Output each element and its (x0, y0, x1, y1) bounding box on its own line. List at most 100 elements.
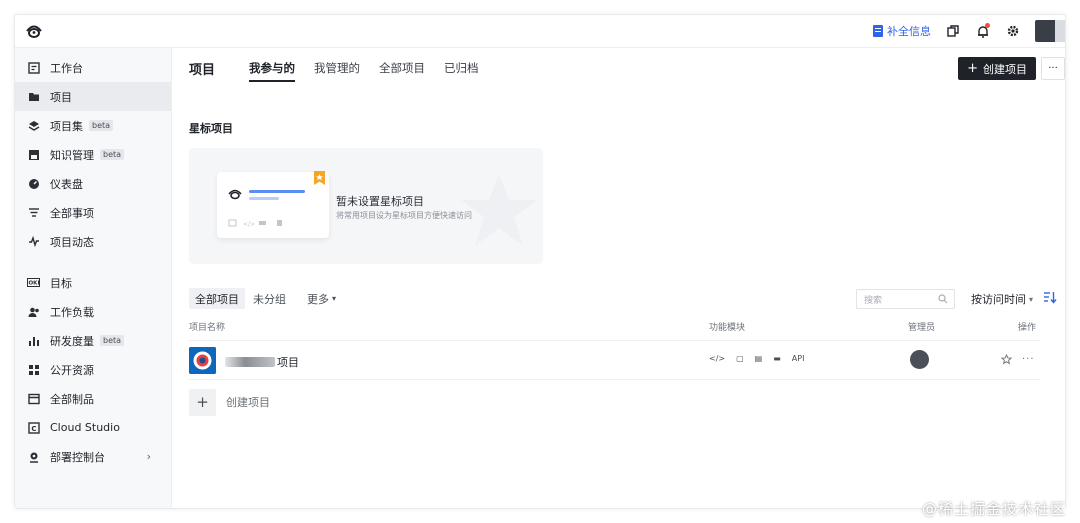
issue-module-icon[interactable]: ▢ (736, 354, 744, 363)
sidebar-item-label: 目标 (50, 276, 72, 290)
starred-empty-state: </> 暂未设置星标项目 将常用项目设为星标项目方便快速访问 (189, 148, 543, 264)
users-icon (27, 305, 40, 318)
filter-icon (27, 206, 40, 219)
sidebar-item-label: 工作负载 (50, 305, 94, 319)
sort-select[interactable]: 按访问时间 ▾ (971, 289, 1033, 309)
okr-icon: OKR (27, 276, 40, 289)
beta-badge: beta (100, 335, 125, 346)
search-input[interactable]: 搜索 (856, 289, 955, 309)
table-header: 项目名称 功能模块 管理员 操作 (189, 320, 1041, 338)
create-project-button[interactable]: + 创建项目 (958, 57, 1036, 80)
beta-badge: beta (89, 120, 114, 131)
search-placeholder: 搜索 (864, 295, 883, 306)
sidebar-item-label: 项目 (50, 90, 72, 104)
sidebar-item-dashboard[interactable]: 仪表盘 (15, 169, 171, 198)
tab-archived[interactable]: 已归档 (444, 48, 479, 88)
sidebar-item-artifacts[interactable]: 全部制品 (15, 384, 171, 413)
tab-participating[interactable]: 我参与的 (249, 48, 296, 88)
box-icon (27, 392, 40, 405)
complete-info-link[interactable]: 补全信息 (873, 23, 931, 39)
sidebar-item-project-sets[interactable]: 项目集 beta (15, 111, 171, 140)
sidebar-item-label: 知识管理 (50, 148, 94, 162)
sidebar-item-goals[interactable]: OKR 目标 (15, 268, 171, 297)
watermark: @稀土掘金技术社区 (921, 500, 1066, 518)
save-icon (27, 148, 40, 161)
layers-icon (27, 119, 40, 132)
sidebar-item-label: Cloud Studio (50, 421, 120, 434)
project-name[interactable]: 项目 (225, 354, 299, 370)
create-project-label: 创建项目 (983, 62, 1027, 76)
sidebar-item-label: 仪表盘 (50, 177, 83, 191)
svg-text:C: C (31, 424, 36, 432)
main-header: 项目 我参与的 我管理的 全部项目 已归档 + 创建项目 ··· (172, 48, 1065, 88)
filter-tab-more[interactable]: 更多 ▾ (301, 288, 342, 309)
starred-section-title: 星标项目 (189, 122, 233, 135)
add-icon: + (189, 388, 216, 416)
project-name-suffix: 项目 (277, 356, 299, 369)
code-module-icon[interactable]: </> (709, 354, 725, 363)
create-project-row[interactable]: + 创建项目 (189, 388, 270, 416)
sidebar-item-label: 部署控制台 (50, 450, 105, 464)
ci-module-icon[interactable]: ▤ (755, 354, 763, 363)
filter-bar: 全部项目 未分组 更多 ▾ 搜索 按访问时间 ▾ (189, 286, 1065, 312)
empty-description: 将常用项目设为星标项目方便快速访问 (336, 211, 472, 220)
col-admin: 管理员 (908, 323, 936, 333)
grid-icon (27, 363, 40, 376)
caret-down-icon: ▾ (332, 294, 337, 303)
notification-dot (985, 23, 990, 28)
page-title: 项目 (189, 62, 216, 78)
cloud-studio-icon: C (27, 421, 40, 434)
module-icons: </> ▢ ▤ ▬ API (709, 354, 804, 363)
gauge-icon (27, 177, 40, 190)
artifact-module-icon[interactable]: ▬ (773, 354, 781, 363)
redacted-name (225, 357, 275, 367)
sidebar-item-label: 全部事项 (50, 206, 94, 220)
admin-avatar[interactable] (910, 350, 929, 369)
empty-title: 暂未设置星标项目 (336, 195, 424, 208)
sidebar-item-public-resources[interactable]: 公开资源 (15, 355, 171, 384)
chevron-right-icon: › (146, 450, 151, 463)
user-avatar[interactable] (1035, 20, 1065, 42)
sidebar-item-projects[interactable]: 项目 (15, 82, 171, 111)
sidebar: 工作台 项目 项目集 beta 知识管理 beta 仪表盘 全部事项 项目动态 (15, 48, 172, 508)
sidebar-item-deploy-console[interactable]: 部署控制台 › (15, 442, 171, 471)
tab-all-projects[interactable]: 全部项目 (379, 48, 425, 88)
filter-tab-ungrouped[interactable]: 未分组 (247, 288, 292, 309)
sidebar-item-label: 工作台 (50, 61, 83, 75)
star-ribbon-icon (314, 171, 325, 185)
api-module-icon[interactable]: API (792, 354, 805, 363)
more-options-button[interactable]: ··· (1041, 57, 1065, 80)
sidebar-item-all-issues[interactable]: 全部事项 (15, 198, 171, 227)
row-actions: ··· (1001, 354, 1035, 365)
sidebar-item-label: 项目集 (50, 119, 83, 133)
table-row[interactable]: 项目 </> ▢ ▤ ▬ API ··· (189, 340, 1041, 380)
main-content: 项目 我参与的 我管理的 全部项目 已归档 + 创建项目 ··· 星标项目 </… (172, 48, 1065, 508)
bar-chart-icon (27, 334, 40, 347)
activity-icon (27, 235, 40, 248)
sidebar-item-label: 全部制品 (50, 392, 94, 406)
logo-icon[interactable] (25, 23, 43, 39)
dashboard-icon (27, 61, 40, 74)
sidebar-item-label: 项目动态 (50, 235, 94, 249)
sidebar-item-workbench[interactable]: 工作台 (15, 53, 171, 82)
filter-tab-all[interactable]: 全部项目 (189, 288, 245, 309)
tab-managed[interactable]: 我管理的 (314, 48, 360, 88)
create-project-row-label: 创建项目 (226, 396, 270, 409)
top-bar: 补全信息 (15, 15, 1065, 48)
document-icon (873, 25, 883, 37)
star-icon[interactable] (1001, 354, 1012, 365)
sidebar-item-knowledge[interactable]: 知识管理 beta (15, 140, 171, 169)
notification-bell-icon[interactable] (975, 23, 991, 39)
sidebar-item-workload[interactable]: 工作负载 (15, 297, 171, 326)
gear-icon[interactable] (1005, 23, 1021, 39)
sort-order-icon[interactable] (1043, 291, 1057, 304)
search-icon (938, 294, 948, 304)
more-actions-icon[interactable]: ··· (1022, 354, 1035, 365)
copy-icon[interactable] (945, 23, 961, 39)
sidebar-item-metrics[interactable]: 研发度量 beta (15, 326, 171, 355)
project-placeholder-illustration: </> (228, 189, 305, 228)
svg-text:</>: </> (243, 221, 255, 228)
sidebar-item-activity[interactable]: 项目动态 (15, 227, 171, 256)
sidebar-item-cloud-studio[interactable]: C Cloud Studio (15, 413, 171, 442)
top-right-actions: 补全信息 (873, 18, 1065, 44)
